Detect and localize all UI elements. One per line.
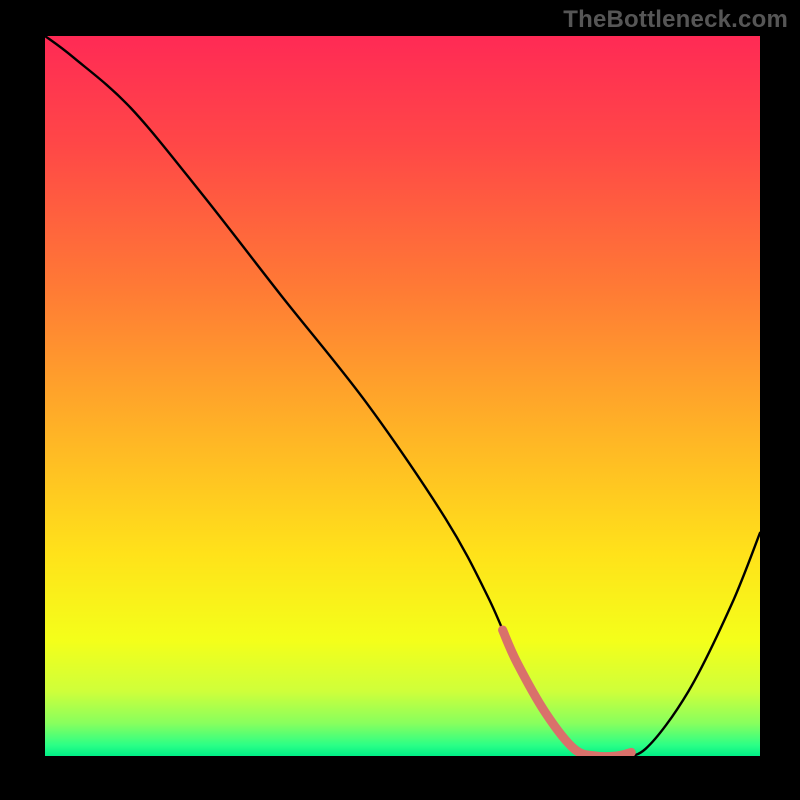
plot-background bbox=[45, 36, 760, 756]
bottleneck-chart bbox=[0, 0, 800, 800]
chart-stage: { "watermark": "TheBottleneck.com", "col… bbox=[0, 0, 800, 800]
watermark-text: TheBottleneck.com bbox=[563, 6, 788, 34]
